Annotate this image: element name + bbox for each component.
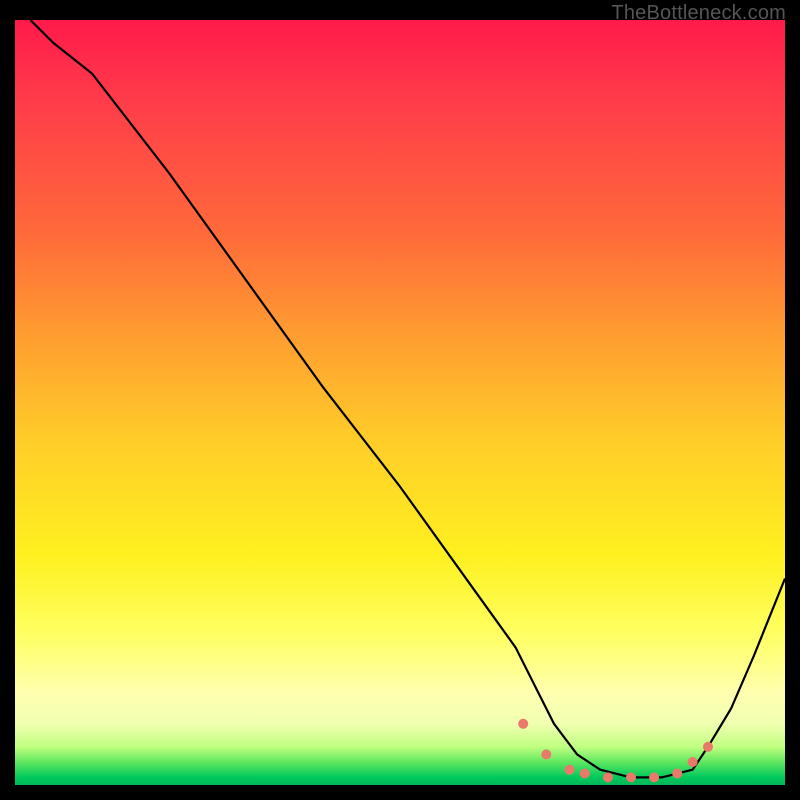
marker-dot [518,719,528,729]
marker-dot [649,772,659,782]
marker-dot [703,742,713,752]
chart-frame: TheBottleneck.com [0,0,800,800]
marker-dot [564,765,574,775]
marker-dot [626,772,636,782]
watermark-text: TheBottleneck.com [611,2,786,25]
chart-svg [15,20,785,785]
curve-line [30,20,785,777]
marker-dot [672,769,682,779]
marker-dot [580,769,590,779]
marker-dot [603,772,613,782]
plot-area [15,20,785,785]
marker-dot [688,757,698,767]
marker-dot [541,749,551,759]
